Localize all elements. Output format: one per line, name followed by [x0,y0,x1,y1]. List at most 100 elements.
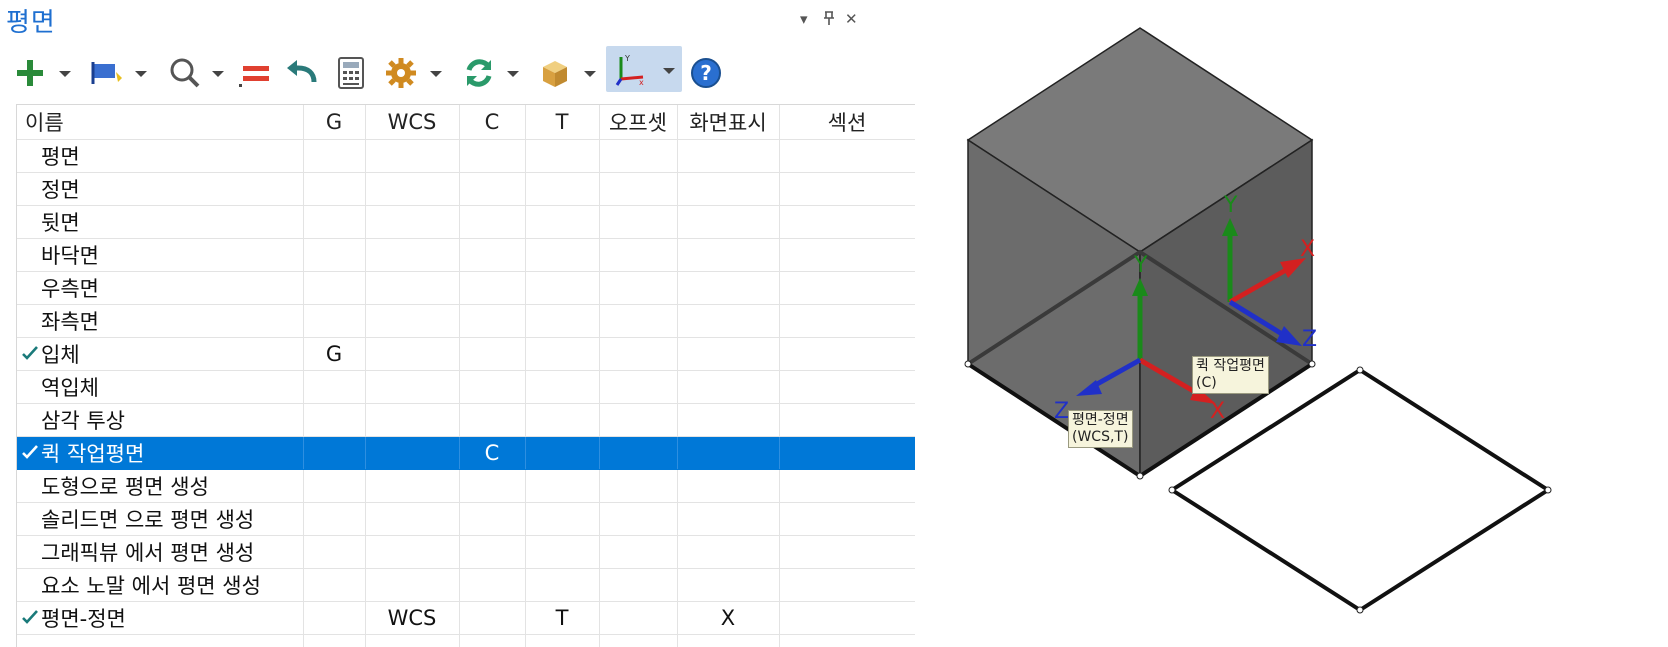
cell-c[interactable] [459,503,525,536]
cell-t[interactable] [525,404,599,437]
pin-icon[interactable] [822,10,836,30]
plane-name-cell[interactable]: 입체 [17,338,303,371]
cell-section[interactable] [779,470,915,503]
cell-g[interactable] [303,437,365,470]
cell-g[interactable] [303,239,365,272]
cell-offset[interactable] [599,272,677,305]
cell-display[interactable] [677,536,779,569]
plane-name-cell[interactable]: 뒷면 [17,206,303,239]
chevron-down-icon[interactable] [506,66,520,80]
cell-wcs[interactable] [365,536,459,569]
cell-c[interactable] [459,305,525,338]
cell-display[interactable] [677,338,779,371]
column-header-section[interactable]: 섹션 [779,105,915,140]
cell-wcs[interactable] [365,437,459,470]
cell-t[interactable] [525,173,599,206]
cell-g[interactable] [303,569,365,602]
cell-display[interactable] [677,206,779,239]
plane-name-cell[interactable]: 솔리드면 으로 평면 생성 [17,503,303,536]
plane-name-cell[interactable]: 바닥면 [17,239,303,272]
vertex-handle[interactable] [1169,487,1175,493]
table-row[interactable]: 요소 노말 에서 평면 생성 [17,569,915,602]
cell-display[interactable] [677,305,779,338]
cell-t[interactable] [525,371,599,404]
table-row[interactable]: 바닥면 [17,239,915,272]
cell-g[interactable] [303,371,365,404]
cell-c[interactable]: C [459,437,525,470]
cell-display[interactable] [677,503,779,536]
cell-t[interactable] [525,536,599,569]
table-row[interactable]: 좌측면 [17,305,915,338]
cell-offset[interactable] [599,503,677,536]
cell-g[interactable] [303,602,365,635]
cell-wcs[interactable] [365,272,459,305]
cell-c[interactable] [459,173,525,206]
table-row[interactable]: 솔리드면 으로 평면 생성 [17,503,915,536]
plane-name-cell[interactable]: 퀵 작업평면 [17,437,303,470]
cell-display[interactable] [677,272,779,305]
cell-wcs[interactable] [365,404,459,437]
box-view-button[interactable] [536,48,574,98]
column-header-c[interactable]: C [459,105,525,140]
cell-offset[interactable] [599,173,677,206]
cell-t[interactable] [525,206,599,239]
plane-name-cell[interactable]: 역입체 [17,371,303,404]
cell-t[interactable] [525,140,599,173]
cell-section[interactable] [779,536,915,569]
cell-offset[interactable] [599,404,677,437]
cell-c[interactable] [459,470,525,503]
panel-menu-button[interactable]: ▾ [800,10,808,28]
equals-button[interactable] [238,48,274,98]
plane-name-cell[interactable]: 도형으로 평면 생성 [17,470,303,503]
cell-display[interactable] [677,470,779,503]
cell-section[interactable] [779,569,915,602]
cell-section[interactable] [779,206,915,239]
cell-t[interactable] [525,305,599,338]
cell-t[interactable] [525,503,599,536]
cell-section[interactable] [779,239,915,272]
cell-wcs[interactable] [365,470,459,503]
cell-g[interactable] [303,470,365,503]
cell-offset[interactable] [599,569,677,602]
cell-g[interactable] [303,206,365,239]
cell-wcs[interactable] [365,239,459,272]
plane-name-cell[interactable]: 우측면 [17,272,303,305]
column-header-display[interactable]: 화면표시 [677,105,779,140]
cell-offset[interactable] [599,470,677,503]
cell-offset[interactable] [599,338,677,371]
cell-offset[interactable] [599,371,677,404]
table-row[interactable]: 역입체 [17,371,915,404]
cell-wcs[interactable] [365,371,459,404]
column-header-offset[interactable]: 오프셋 [599,105,677,140]
cell-offset[interactable] [599,437,677,470]
cell-g[interactable] [303,173,365,206]
plane-name-cell[interactable]: 정면 [17,173,303,206]
cell-offset[interactable] [599,140,677,173]
cell-c[interactable] [459,602,525,635]
plane-name-cell[interactable]: 평면-정면 [17,602,303,635]
chevron-down-icon[interactable] [58,66,72,80]
cell-section[interactable] [779,602,915,635]
cell-display[interactable] [677,239,779,272]
cell-section[interactable] [779,503,915,536]
cell-t[interactable]: T [525,602,599,635]
cell-wcs[interactable]: WCS [365,602,459,635]
table-row[interactable]: 도형으로 평면 생성 [17,470,915,503]
table-row[interactable]: 삼각 투상 [17,404,915,437]
cell-wcs[interactable] [365,503,459,536]
graphics-viewport[interactable]: Y X Z Y X Z 퀵 작업평면 (C) 평면-정면 (WCS,T) [930,0,1668,646]
viewport-canvas[interactable]: Y X Z Y X Z [930,0,1668,646]
table-row[interactable]: 평면-정면WCSTX [17,602,915,635]
cell-wcs[interactable] [365,305,459,338]
column-header-g[interactable]: G [303,105,365,140]
cell-display[interactable] [677,173,779,206]
column-header-name[interactable]: 이름 [17,105,303,140]
cell-g[interactable]: G [303,338,365,371]
cell-display[interactable] [677,437,779,470]
cell-c[interactable] [459,338,525,371]
column-header-t[interactable]: T [525,105,599,140]
cell-c[interactable] [459,371,525,404]
cell-section[interactable] [779,437,915,470]
cell-g[interactable] [303,140,365,173]
cell-c[interactable] [459,239,525,272]
